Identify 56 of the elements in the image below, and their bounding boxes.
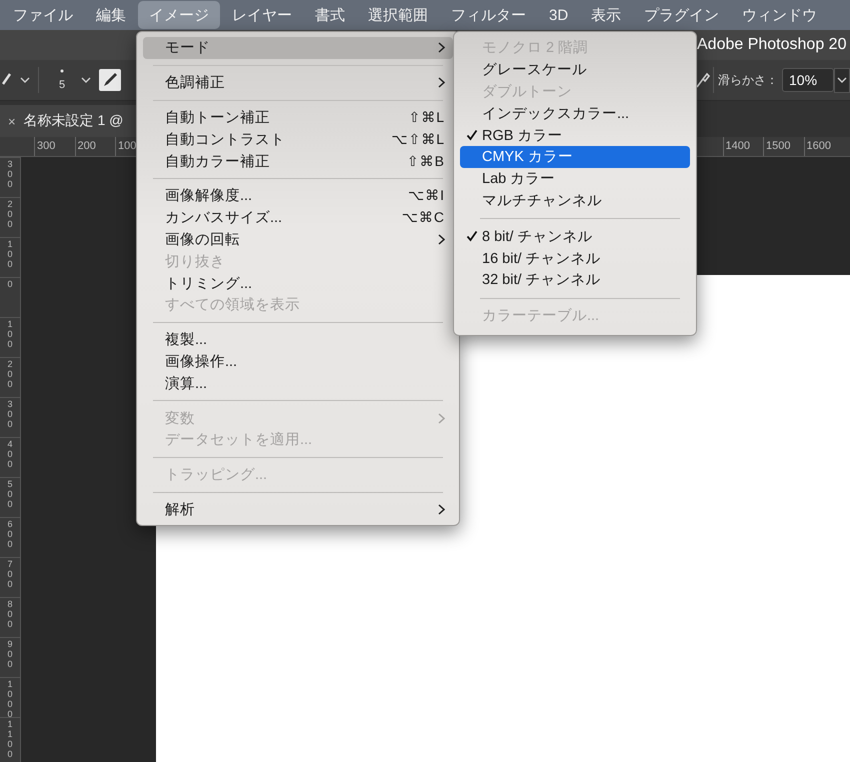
ruler-label: 700 <box>6 560 14 590</box>
menu-bar-item[interactable]: レイヤー <box>221 1 303 29</box>
ruler-label: 300 <box>6 400 14 430</box>
menu-bar-item[interactable]: 3D <box>538 1 580 29</box>
menu-item[interactable]: グレースケール <box>460 58 690 81</box>
menu-bar-item[interactable]: 編集 <box>85 1 137 29</box>
menu-item[interactable]: マルチチャンネル <box>460 190 690 212</box>
menu-item[interactable]: 演算... <box>143 372 453 394</box>
ruler-label: 1400 <box>722 137 763 156</box>
menu-item[interactable]: カンバスサイズ... ⌥⌘C <box>143 206 453 229</box>
ruler-label: 400 <box>6 440 14 470</box>
menu-item[interactable]: Lab カラー <box>460 168 690 190</box>
ruler-label: 1500 <box>763 137 804 156</box>
ruler-label: 1600 <box>804 137 844 156</box>
menu-item[interactable]: CMYK カラー <box>460 146 690 168</box>
brush-size[interactable]: 5 <box>59 79 66 91</box>
menu-item[interactable]: 自動トーン補正 ⇧⌘L <box>143 106 453 128</box>
ruler-label: 200 <box>6 360 14 390</box>
ruler-label: 900 <box>6 640 14 670</box>
menu-bar-item[interactable]: ファイル <box>2 1 84 29</box>
menu-item[interactable]: インデックスカラー... <box>460 102 690 124</box>
ruler-label: 1000 <box>6 680 14 720</box>
ruler-label: 200 <box>74 137 115 156</box>
ruler-label: 600 <box>6 520 14 550</box>
menu-item[interactable]: 画像操作... <box>143 350 453 372</box>
menu-item[interactable]: 画像の回転 <box>143 228 453 250</box>
ruler-label: 100 <box>6 320 14 350</box>
menu-item[interactable]: 解析 <box>143 498 453 520</box>
menu-item[interactable]: トリミング... <box>143 272 453 294</box>
menu-bar-item[interactable]: プラグイン <box>633 1 730 29</box>
menu-bar-item[interactable]: フィルター <box>440 1 537 29</box>
menu-item[interactable]: RGB カラー <box>460 124 690 146</box>
menu-item[interactable]: 8 bit/ チャンネル <box>460 225 690 248</box>
menu-item[interactable]: 複製... <box>143 328 453 351</box>
window-title: Adobe Photoshop 20 <box>697 36 848 54</box>
menu-bar-item[interactable]: 表示 <box>580 1 632 29</box>
ruler-label: 300 <box>6 160 14 190</box>
menu-item[interactable]: モード <box>143 37 453 59</box>
smoothing-field[interactable]: 10% <box>782 68 834 92</box>
smoothing-label: 滑らかさ： <box>718 72 778 88</box>
ruler-label: 500 <box>6 480 14 510</box>
menu-item[interactable]: 画像解像度... ⌥⌘I <box>143 184 453 207</box>
document-title: 名称未設定 1 @ <box>24 112 124 130</box>
ruler-label: 300 <box>34 137 74 156</box>
close-button[interactable]: × <box>8 114 16 128</box>
menu-item[interactable]: 32 bit/ チャンネル <box>460 268 690 291</box>
menu-bar-item[interactable]: 書式 <box>304 1 356 29</box>
menu-item[interactable]: 色調補正 <box>143 72 453 94</box>
ruler-label: 0 <box>6 280 14 290</box>
ruler-label: 100 <box>6 240 14 270</box>
ruler-label: 800 <box>6 600 14 630</box>
ruler-label: 200 <box>6 200 14 230</box>
ruler-label: 1100 <box>6 720 14 760</box>
menu-item[interactable]: 16 bit/ チャンネル <box>460 247 690 269</box>
menu-bar-item[interactable]: ウィンドウ <box>731 1 828 29</box>
menu-bar-item[interactable]: 選択範囲 <box>357 1 439 29</box>
